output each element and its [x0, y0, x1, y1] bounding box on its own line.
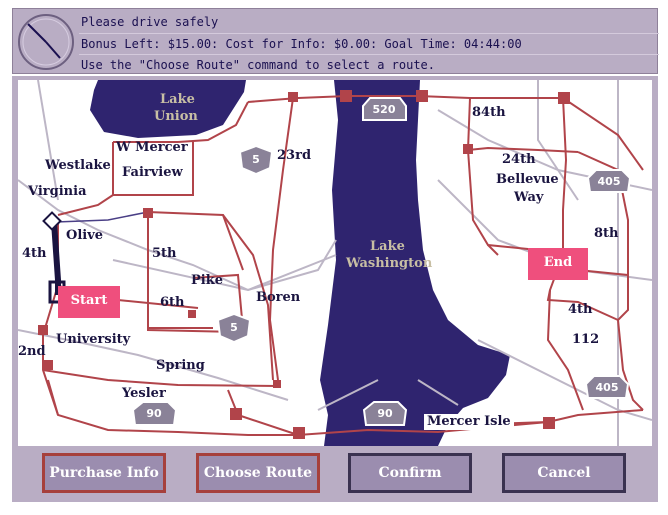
street-label-spring: Spring — [156, 358, 205, 373]
street-label-bellevue: Bellevue — [496, 172, 559, 187]
status-message: Please drive safely — [81, 15, 219, 29]
lake-washington-label-2: Washington — [346, 256, 433, 271]
status-panel: Please drive safely Bonus Left: $15.00: … — [12, 8, 659, 75]
street-label-pike: Pike — [191, 273, 223, 288]
shield-5-north: 5 — [252, 153, 260, 166]
shield-90-mid: 90 — [377, 407, 393, 420]
shield-405-south: 405 — [595, 381, 619, 394]
lake-union-label-2: Union — [154, 109, 198, 124]
street-label-mercer-isle: Mercer Isle — [424, 414, 514, 430]
end-marker[interactable]: End — [528, 248, 588, 280]
purchase-info-button[interactable]: Purchase Info — [42, 453, 166, 493]
shield-520: 520 — [372, 103, 396, 116]
status-instruction: Use the "Choose Route" command to select… — [79, 54, 659, 75]
street-label-virginia: Virginia — [28, 184, 87, 199]
street-label-24th: 24th — [502, 152, 536, 167]
confirm-button[interactable]: Confirm — [348, 453, 472, 493]
street-label-6th: 6th — [160, 295, 185, 310]
shield-90-west: 90 — [146, 407, 162, 420]
lake-washington-label-1: Lake — [370, 239, 405, 254]
start-route-segment — [51, 221, 61, 295]
street-label-olive: Olive — [66, 228, 104, 243]
choose-route-button[interactable]: Choose Route — [196, 453, 320, 493]
start-marker[interactable]: Start — [58, 286, 120, 318]
street-label-w-mercer: W Mercer — [116, 140, 188, 155]
lake-union-label-1: Lake — [160, 92, 195, 107]
street-label-2nd: 2nd — [18, 344, 46, 359]
cancel-button[interactable]: Cancel — [502, 453, 626, 493]
street-label-8th: 8th — [594, 226, 619, 241]
game-window: Please drive safely Bonus Left: $15.00: … — [0, 0, 668, 515]
street-label-westlake: Westlake — [45, 158, 111, 173]
street-label-fairview: Fairview — [122, 165, 183, 180]
street-label-4th-east: 4th — [568, 302, 593, 317]
shield-5-south: 5 — [230, 321, 238, 334]
clock-icon — [16, 12, 76, 72]
shield-405-north: 405 — [597, 175, 621, 188]
street-label-way: Way — [514, 190, 544, 205]
street-label-23rd: 23rd — [277, 148, 312, 163]
street-label-84th: 84th — [472, 105, 506, 120]
street-label-boren: Boren — [256, 290, 301, 305]
street-label-5th: 5th — [152, 246, 177, 261]
map-frame: Lake Union Lake Washington W Mercer Fair… — [12, 76, 658, 450]
status-bonus-line: Bonus Left: $15.00: Cost for Info: $0.00… — [79, 33, 659, 54]
city-map[interactable]: Lake Union Lake Washington W Mercer Fair… — [18, 80, 652, 446]
street-label-university: University — [56, 332, 131, 347]
street-label-112: 112 — [572, 332, 600, 347]
street-label-4th-west: 4th — [22, 246, 47, 261]
button-bar: Purchase Info Choose Route Confirm Cance… — [12, 450, 658, 502]
street-label-yesler: Yesler — [122, 386, 166, 401]
